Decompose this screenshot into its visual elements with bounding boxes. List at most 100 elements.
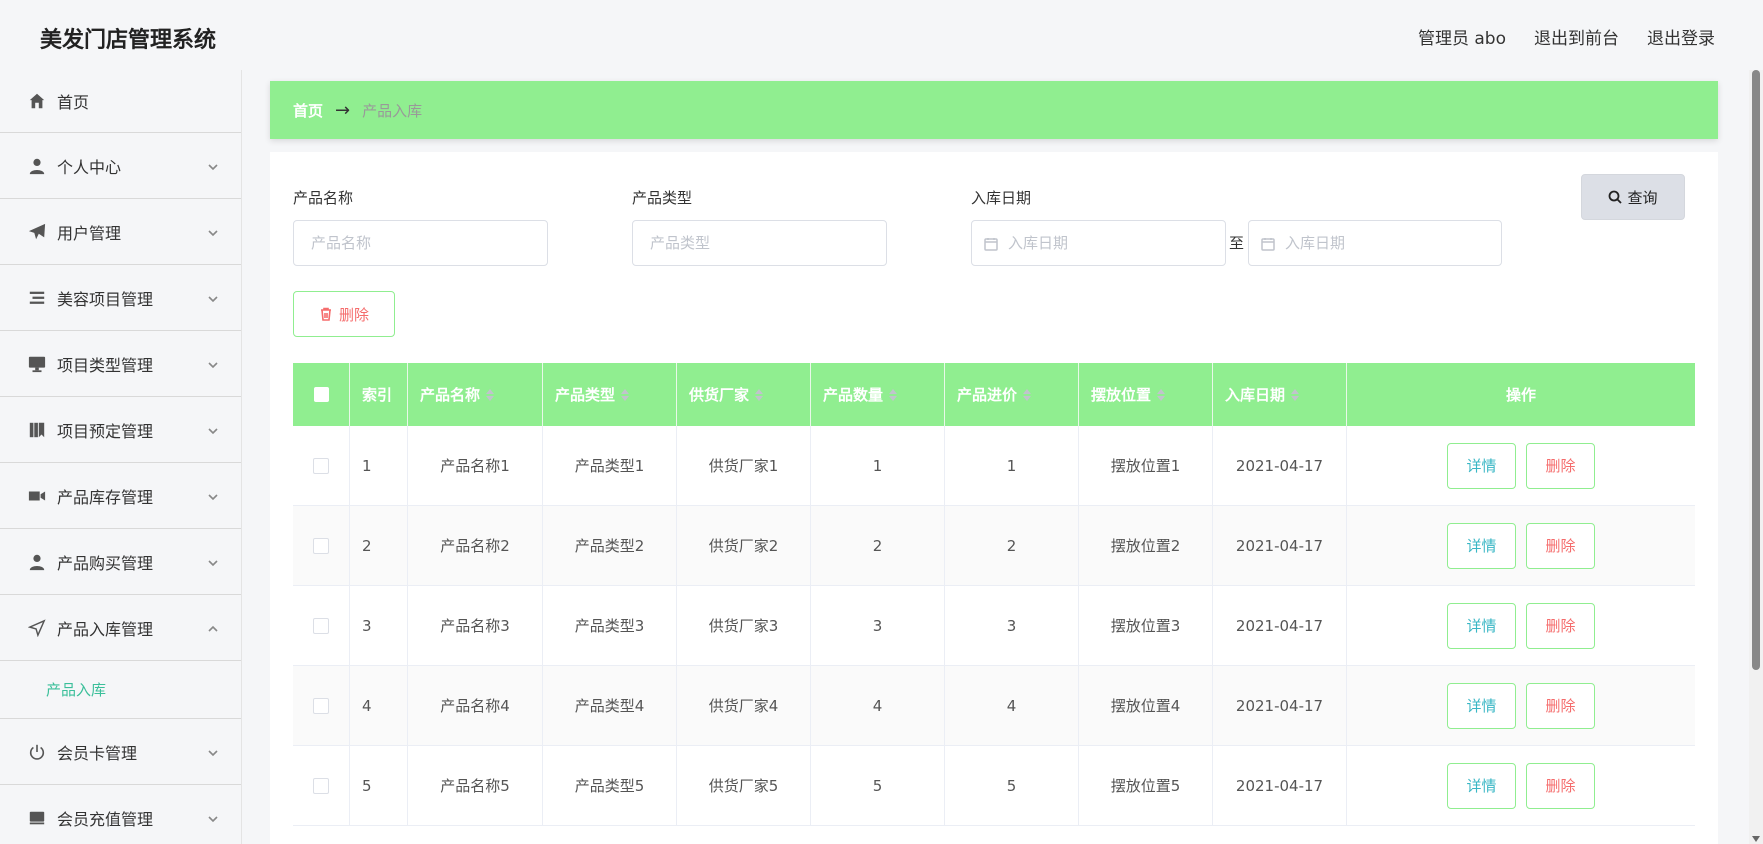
sort-icon[interactable] xyxy=(1291,388,1300,401)
detail-button[interactable]: 详情 xyxy=(1447,522,1516,569)
cell-date: 2021-04-17 xyxy=(1213,426,1347,505)
sidebar-item-personal-center[interactable]: 个人中心 xyxy=(0,133,241,199)
cell-date: 2021-04-17 xyxy=(1213,586,1347,665)
calendar-icon xyxy=(1261,236,1275,251)
cell-product-name: 产品名称4 xyxy=(408,666,543,745)
cell-quantity: 3 xyxy=(811,586,945,665)
sidebar-item-label: 用户管理 xyxy=(57,223,122,243)
sidebar-item-user-management[interactable]: 用户管理 xyxy=(0,199,241,265)
delete-button[interactable]: 删除 xyxy=(1526,682,1595,729)
col-date-label: 入库日期 xyxy=(1225,386,1286,404)
list-icon xyxy=(27,288,47,308)
cell-index: 3 xyxy=(350,586,408,665)
sort-icon[interactable] xyxy=(486,388,495,401)
col-product-name[interactable]: 产品名称 xyxy=(408,363,543,426)
cell-index: 4 xyxy=(350,666,408,745)
col-date[interactable]: 入库日期 xyxy=(1213,363,1347,426)
batch-delete-label: 删除 xyxy=(338,305,369,324)
table-row: 4 产品名称4 产品类型4 供货厂家4 4 4 摆放位置4 2021-04-17 详情 删除 xyxy=(293,666,1695,746)
delete-button[interactable]: 删除 xyxy=(1526,442,1595,489)
sort-icon[interactable] xyxy=(1157,388,1166,401)
logout-link[interactable]: 退出登录 xyxy=(1647,24,1715,49)
row-select-cell xyxy=(293,746,350,825)
detail-button[interactable]: 详情 xyxy=(1447,762,1516,809)
row-checkbox[interactable] xyxy=(313,537,329,554)
sort-icon[interactable] xyxy=(889,388,898,401)
row-select-cell xyxy=(293,426,350,505)
cell-supplier: 供货厂家2 xyxy=(677,506,811,585)
query-button[interactable]: 查询 xyxy=(1581,174,1685,220)
sidebar-item-label: 会员卡管理 xyxy=(57,743,138,763)
delete-button[interactable]: 删除 xyxy=(1526,762,1595,809)
date-start-input[interactable] xyxy=(971,220,1226,266)
sort-icon[interactable] xyxy=(755,388,764,401)
select-all-checkbox[interactable] xyxy=(313,387,329,402)
scroll-thumb[interactable] xyxy=(1752,70,1760,670)
cell-product-type: 产品类型5 xyxy=(543,746,677,825)
sidebar-item-home[interactable]: 首页 xyxy=(0,70,241,133)
detail-button[interactable]: 详情 xyxy=(1447,442,1516,489)
sidebar-item-product-purchase[interactable]: 产品购买管理 xyxy=(0,529,241,595)
sidebar-item-member-recharge[interactable]: 会员充值管理 xyxy=(0,785,241,844)
exit-front-link[interactable]: 退出到前台 xyxy=(1534,24,1619,49)
detail-button[interactable]: 详情 xyxy=(1447,602,1516,649)
scroll-down-arrow-icon[interactable] xyxy=(1752,836,1760,842)
detail-button[interactable]: 详情 xyxy=(1447,682,1516,729)
power-icon xyxy=(27,742,47,762)
cell-date: 2021-04-17 xyxy=(1213,746,1347,825)
inbound-table: 索引 产品名称 产品类型 供货厂家 产品数量 产品进价 摆放位置 入库日期 操作… xyxy=(293,363,1695,826)
chevron-down-icon xyxy=(207,488,219,501)
sidebar-item-project-type[interactable]: 项目类型管理 xyxy=(0,331,241,397)
col-actions-label: 操作 xyxy=(1505,386,1536,404)
admin-label[interactable]: 管理员 abo xyxy=(1418,24,1506,49)
cell-product-type: 产品类型3 xyxy=(543,586,677,665)
cell-product-type: 产品类型4 xyxy=(543,666,677,745)
col-price[interactable]: 产品进价 xyxy=(945,363,1079,426)
top-links: 管理员 abo 退出到前台 退出登录 xyxy=(1418,24,1715,49)
cell-supplier: 供货厂家3 xyxy=(677,586,811,665)
row-actions: 详情 删除 xyxy=(1347,506,1695,585)
user-icon xyxy=(27,156,47,176)
cell-price: 4 xyxy=(945,666,1079,745)
col-product-type[interactable]: 产品类型 xyxy=(543,363,677,426)
col-supplier[interactable]: 供货厂家 xyxy=(677,363,811,426)
cell-supplier: 供货厂家1 xyxy=(677,426,811,505)
sidebar-item-label: 会员充值管理 xyxy=(57,809,154,829)
sidebar-item-beauty-project[interactable]: 美容项目管理 xyxy=(0,265,241,331)
col-supplier-label: 供货厂家 xyxy=(689,386,750,404)
page-scrollbar[interactable] xyxy=(1749,70,1763,844)
sort-icon[interactable] xyxy=(621,388,630,401)
delete-button[interactable]: 删除 xyxy=(1526,522,1595,569)
row-checkbox[interactable] xyxy=(313,777,329,794)
breadcrumb: 首页 → 产品入库 xyxy=(270,81,1718,139)
row-checkbox[interactable] xyxy=(313,617,329,634)
arrow-right-icon: → xyxy=(335,99,351,121)
cell-date: 2021-04-17 xyxy=(1213,506,1347,585)
row-actions: 详情 删除 xyxy=(1347,426,1695,505)
row-checkbox[interactable] xyxy=(313,457,329,474)
sidebar-item-product-stock[interactable]: 产品库存管理 xyxy=(0,463,241,529)
sidebar-item-project-booking[interactable]: 项目预定管理 xyxy=(0,397,241,463)
col-location[interactable]: 摆放位置 xyxy=(1079,363,1213,426)
sidebar-subitem-product-inbound[interactable]: 产品入库 xyxy=(0,661,241,719)
bookmark-icon xyxy=(27,420,47,440)
col-location-label: 摆放位置 xyxy=(1091,386,1152,404)
batch-delete-button[interactable]: 删除 xyxy=(293,291,395,337)
product-type-input[interactable] xyxy=(632,220,887,266)
chevron-down-icon xyxy=(207,554,219,567)
chevron-down-icon xyxy=(207,810,219,823)
breadcrumb-home[interactable]: 首页 xyxy=(293,100,323,121)
sidebar-item-member-card[interactable]: 会员卡管理 xyxy=(0,719,241,785)
col-index-label: 索引 xyxy=(362,386,393,404)
date-end-input[interactable] xyxy=(1248,220,1502,266)
row-checkbox[interactable] xyxy=(313,697,329,714)
col-quantity[interactable]: 产品数量 xyxy=(811,363,945,426)
sidebar-item-label: 首页 xyxy=(57,93,90,112)
delete-button[interactable]: 删除 xyxy=(1526,602,1595,649)
chevron-down-icon xyxy=(207,356,219,369)
sidebar-item-product-inbound[interactable]: 产品入库管理 xyxy=(0,595,241,661)
sidebar-item-label: 项目类型管理 xyxy=(57,355,154,375)
product-name-input[interactable] xyxy=(293,220,548,266)
sort-icon[interactable] xyxy=(1023,388,1032,401)
table-body: 1 产品名称1 产品类型1 供货厂家1 1 1 摆放位置1 2021-04-17 详情 删除 2 产品… xyxy=(293,426,1695,826)
